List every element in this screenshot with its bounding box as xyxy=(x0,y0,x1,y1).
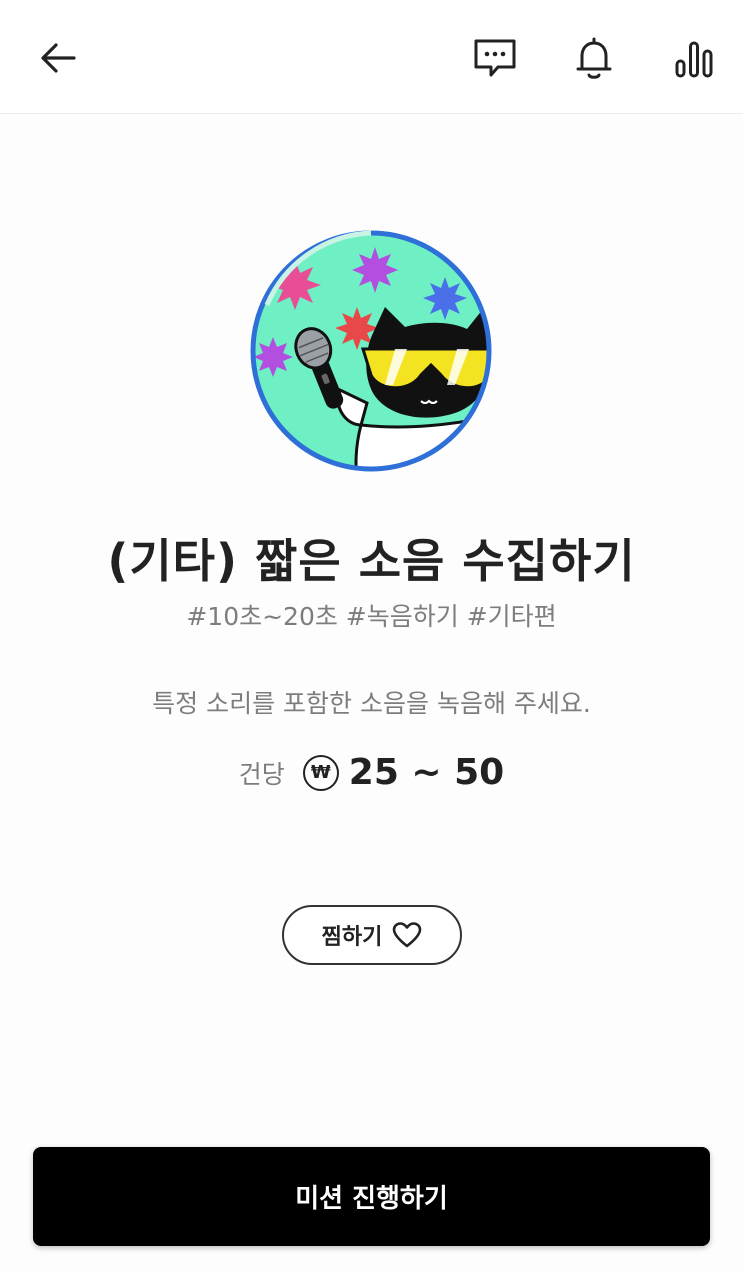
price-row: 건당 ₩ 25 ~ 50 xyxy=(0,752,743,793)
price-range: 25 ~ 50 xyxy=(348,752,505,793)
chat-bubble-icon xyxy=(474,39,516,77)
won-currency-icon: ₩ xyxy=(302,754,339,791)
favorite-button[interactable]: 찜하기 xyxy=(282,905,462,965)
mission-detail-page: (기타) 짧은 소음 수집하기 #10초~20초 #녹음하기 #기타편 특정 소… xyxy=(0,0,743,1271)
violet-star-icon xyxy=(255,337,293,377)
mission-title: (기타) 짧은 소음 수집하기 xyxy=(107,534,636,588)
back-button[interactable] xyxy=(28,28,88,88)
notification-button[interactable] xyxy=(564,28,624,88)
chat-button[interactable] xyxy=(465,28,525,88)
mission-description: 특정 소리를 포함한 소음을 녹음해 주세요. xyxy=(152,689,591,718)
start-mission-label: 미션 진행하기 xyxy=(295,1184,448,1214)
start-mission-button[interactable]: 미션 진행하기 xyxy=(33,1147,710,1246)
stats-button[interactable] xyxy=(664,28,724,88)
top-app-bar xyxy=(0,0,743,114)
heart-outline-icon xyxy=(393,922,422,948)
bell-icon xyxy=(576,37,612,79)
price-label: 건당 xyxy=(238,759,285,789)
singing-cat-illustration xyxy=(250,230,492,472)
mission-tags: #10초~20초 #녹음하기 #기타편 xyxy=(186,602,557,631)
favorite-label: 찜하기 xyxy=(321,925,383,950)
arrow-left-icon xyxy=(41,43,76,73)
bar-chart-icon xyxy=(675,41,713,78)
mission-avatar xyxy=(245,225,497,477)
